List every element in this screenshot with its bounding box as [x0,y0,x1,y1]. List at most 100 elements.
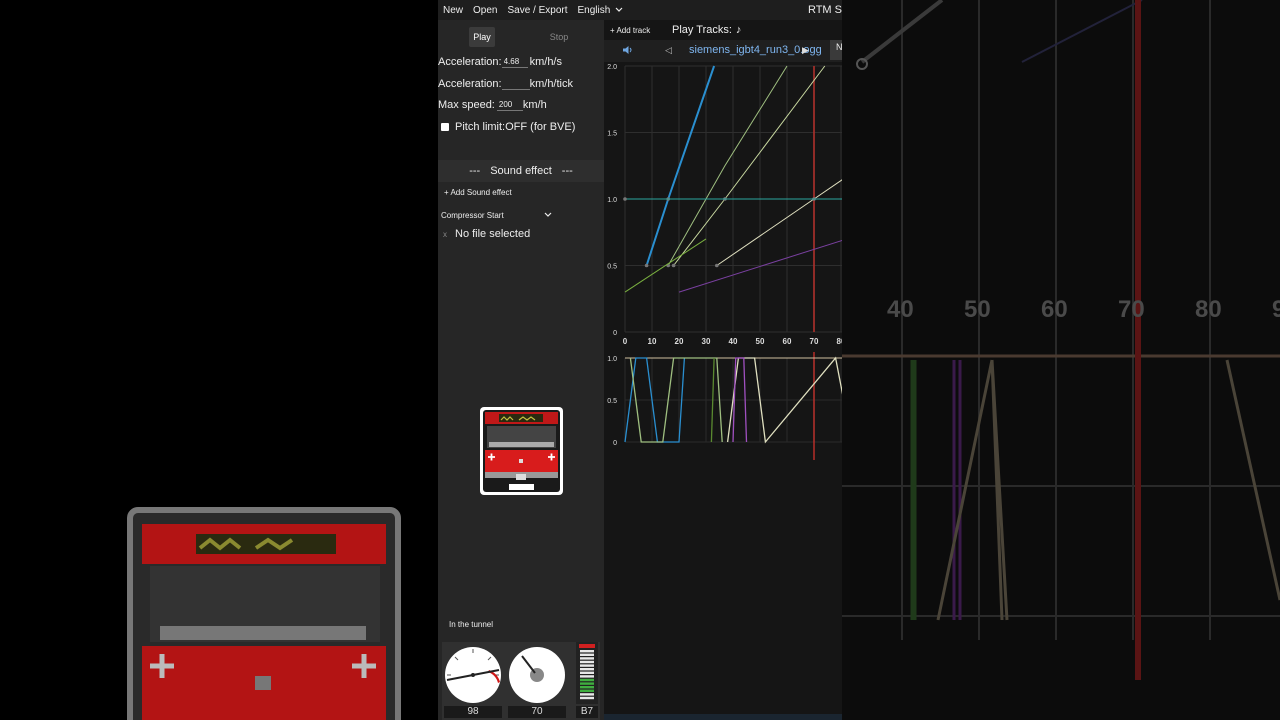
track-bar: ◁ siemens_igbt4_run3_0.ogg ▶ N [604,40,842,62]
pitch-limit-label: Pitch limit:OFF (for BVE) [455,121,576,133]
sound-effect-select[interactable]: Compressor Start [441,208,553,222]
notch-segment [580,675,594,678]
control-point [715,263,719,268]
secondary-readout: 70 [508,706,566,718]
max-speed-label: Max speed: [438,99,495,111]
app-window: New Open Save / Export English RTM S Pla… [438,0,842,720]
y-tick-label: 1.0 [607,197,617,204]
app-title: RTM S [807,4,842,16]
max-speed-input[interactable] [496,99,523,111]
sound-effect-header: --- Sound effect --- [438,160,604,182]
acceleration-label: Acceleration: [438,56,502,68]
background-tick-70: 70 [1118,296,1145,323]
notch-segment [580,678,594,682]
tab-stop[interactable]: Stop [546,27,572,47]
location-status: In the tunnel [449,620,494,629]
series-line [645,65,716,266]
x-tick-label: 20 [675,337,684,346]
y-tick-label: 1.5 [607,131,617,138]
header-dashes-left: --- [469,165,481,177]
remove-file-button[interactable]: x [443,230,447,239]
acceleration-input[interactable] [501,56,528,68]
language-select[interactable]: English [573,5,630,16]
acceleration-tick-input[interactable] [501,78,530,90]
acceleration-tick-row: Acceleration: km/h/tick [438,78,573,90]
notch-segment [580,668,594,671]
menu-bar: New Open Save / Export English RTM S [438,0,842,20]
notch-readout: B7 [576,706,598,718]
speaker-icon[interactable] [622,45,634,55]
language-label: English [577,4,611,16]
chevron-down-icon [544,212,552,217]
background-left [0,0,438,720]
file-status: No file selected [455,228,531,240]
sound-effect-title: Sound effect [490,165,552,177]
pitch-curve-chart[interactable]: 01020304050607080900.51.01.52.0 [604,62,842,352]
music-note-icon[interactable]: ♪ [736,24,742,36]
acceleration-row: Acceleration: km/h/s [438,56,562,68]
notch-segment [580,650,594,653]
series-line [716,179,842,266]
background-tick-60: 60 [1041,296,1068,323]
max-speed-row: Max speed: km/h [438,99,547,111]
add-sound-effect-button[interactable]: + Add Sound effect [444,188,512,197]
train-front-icon [480,407,563,495]
x-tick-label: 60 [783,337,792,346]
pitch-limit-checkbox[interactable] [441,123,449,131]
acceleration-tick-label: Acceleration: [438,78,502,90]
notch-segment [580,671,594,674]
y-tick-label: 2.0 [607,64,617,71]
header-dashes-right: --- [561,165,573,177]
tab-play[interactable]: Play [469,27,495,47]
notch-segment [580,693,594,696]
menu-save-export[interactable]: Save / Export [502,5,572,16]
y-tick-label: 1.0 [607,356,617,363]
menu-new[interactable]: New [438,5,468,16]
x-tick-label: 80 [837,337,842,346]
chevron-down-icon [615,7,623,12]
x-tick-label: 40 [729,337,738,346]
x-tick-label: 50 [756,337,765,346]
notch-segment [580,686,594,689]
notch-indicator-bar [576,642,598,704]
series-line [667,65,788,266]
play-tracks-label: Play Tracks: [672,24,732,36]
track-n-button[interactable]: N [830,40,842,60]
add-track-button[interactable]: + Add track [610,26,650,35]
control-point [644,263,649,268]
notch-segment [580,657,594,660]
pitch-limit-row: Pitch limit:OFF (for BVE) [438,121,575,133]
volume-envelope-chart[interactable]: 0 0.5 1.0 [604,352,842,460]
play-tracks: Play Tracks: ♪ [672,24,741,36]
previous-track-button[interactable]: ◁ [665,45,672,56]
bottom-scroll-strip [604,714,842,720]
notch-segment [580,696,594,700]
y-tick-label: 0 [613,330,617,337]
background-chart-image [842,0,1280,680]
x-tick-label: 70 [810,337,819,346]
notch-segment [580,689,594,692]
notch-segment [580,660,594,664]
x-tick-label: 10 [648,337,657,346]
background-tick-80: 80 [1195,296,1222,323]
notch-segment [580,664,594,667]
menu-open[interactable]: Open [468,5,502,16]
gauge-panel: 98 70 B7 [442,642,600,720]
background-tick-9: 9 [1272,296,1280,323]
acceleration-unit: km/h/s [529,56,562,68]
series-line [673,65,826,266]
control-point [623,197,627,201]
y-tick-label: 0.5 [607,264,617,271]
speed-readout: 98 [444,706,502,718]
background-tick-50: 50 [964,296,991,323]
play-track-button[interactable]: ▶ [802,45,809,56]
acceleration-tick-unit: km/h/tick [529,78,573,90]
max-speed-unit: km/h [522,99,547,111]
graph-panel: + Add track Play Tracks: ♪ ◁ siemens_igb… [604,20,842,720]
secondary-gauge [509,647,565,703]
background-right: 40 50 60 70 80 9 [842,0,1280,720]
background-tick-40: 40 [887,296,914,323]
notch-segment [580,653,594,656]
background-train-image [127,507,401,720]
sound-effect-selected: Compressor Start [441,210,504,220]
